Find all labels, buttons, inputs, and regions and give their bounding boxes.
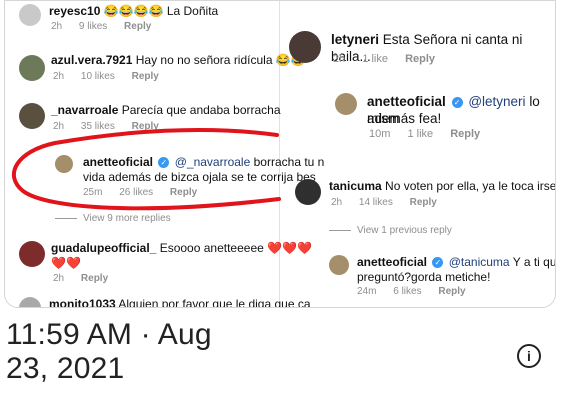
- comment-text: Parecía que andaba borracha: [121, 103, 281, 117]
- reply-button[interactable]: Reply: [450, 128, 480, 140]
- avatar: [19, 241, 45, 267]
- screenshot-image: reyesc10 😂😂😂😂 La Doñita 2h 9 likes Reply…: [4, 0, 556, 308]
- timestamp-line1: 11:59 AM · Aug: [6, 318, 212, 351]
- comment-text-line2: preguntó?gorda metiche!: [357, 270, 491, 284]
- comment-time: 2h: [331, 197, 343, 208]
- reply-button[interactable]: Reply: [405, 53, 435, 65]
- comment: _navarroale Parecía que andaba borracha: [51, 103, 281, 118]
- reply-button[interactable]: Reply: [81, 273, 108, 284]
- comment-time: 24m: [357, 286, 377, 297]
- comment-username[interactable]: anetteoficial: [367, 94, 446, 109]
- comment-username[interactable]: guadalupeofficial_: [51, 241, 156, 255]
- comment-meta: 2h 9 likes Reply: [51, 21, 151, 32]
- comment-likes[interactable]: 10 likes: [81, 71, 115, 82]
- comment-text-line2: además fea!: [367, 111, 442, 126]
- reply-comment: anetteoficial ✓ @tanicuma Y a ti quién t…: [357, 255, 556, 270]
- avatar: [295, 179, 321, 205]
- reply-button[interactable]: Reply: [438, 286, 465, 297]
- avatar: [335, 93, 357, 115]
- info-icon[interactable]: i: [517, 344, 541, 368]
- comment-time: 2h: [53, 273, 65, 284]
- reply-button[interactable]: Reply: [410, 197, 437, 208]
- comment-meta: 24m 6 likes Reply: [357, 286, 466, 297]
- comment-username[interactable]: anetteoficial: [357, 255, 427, 269]
- avatar: [19, 55, 45, 81]
- avatar: [19, 297, 41, 307]
- timestamp-line2: 23, 2021: [6, 352, 125, 385]
- comment-username[interactable]: azul.vera.7921: [51, 53, 132, 67]
- mention-link[interactable]: @tanicuma: [449, 255, 510, 269]
- comment: monito1033 Alguien por favor que le diga…: [49, 297, 311, 308]
- comment-username[interactable]: monito1033: [49, 297, 116, 307]
- avatar: [329, 255, 349, 275]
- comment-username[interactable]: _navarroale: [51, 103, 118, 117]
- comment-username[interactable]: letyneri: [331, 32, 379, 47]
- comment-text: Hay no no señora ridícula 😂😂: [135, 53, 306, 67]
- tweet-timestamp[interactable]: 11:59 AM · Aug 23, 2021: [6, 318, 212, 386]
- comment: tanicuma No voten por ella, ya le toca i…: [329, 179, 556, 194]
- comment-text: Esoooo anetteeeee: [159, 241, 264, 255]
- comment-text: Y a ti quién te: [512, 255, 556, 269]
- verified-badge-icon: ✓: [432, 257, 444, 269]
- red-marker-annotation: [11, 127, 281, 211]
- comment-time: 2h: [333, 53, 346, 65]
- comment-meta: 2h 1 like Reply: [333, 53, 435, 65]
- comment: azul.vera.7921 Hay no no señora ridícula…: [51, 53, 306, 68]
- comment: reyesc10 😂😂😂😂 La Doñita: [49, 4, 218, 19]
- comment-likes[interactable]: 9 likes: [79, 21, 107, 32]
- comment-username[interactable]: reyesc10: [49, 4, 100, 18]
- comment-text: 😂😂😂😂 La Doñita: [103, 4, 219, 18]
- comment-meta: 2h 10 likes Reply: [53, 71, 159, 82]
- comment-time: 2h: [53, 71, 65, 82]
- comment-username[interactable]: tanicuma: [329, 179, 382, 193]
- view-previous-replies-link[interactable]: View 1 previous reply: [329, 225, 452, 236]
- comment-likes[interactable]: 1 like: [407, 128, 433, 140]
- comment-meta: 2h Reply: [53, 273, 108, 284]
- avatar: [19, 4, 41, 26]
- comment-likes[interactable]: 6 likes: [393, 286, 421, 297]
- reply-button[interactable]: Reply: [124, 21, 151, 32]
- mention-link[interactable]: @letyneri: [468, 94, 525, 109]
- comment-text: No voten por ella, ya le toca irse: [385, 179, 556, 193]
- comment-likes[interactable]: 14 likes: [359, 197, 393, 208]
- avatar: [289, 31, 321, 63]
- comment-time: 10m: [369, 128, 391, 140]
- comment-likes[interactable]: 1 like: [362, 53, 388, 65]
- comment-meta: 10m 1 like Reply: [369, 128, 480, 140]
- comment-meta: 2h 14 likes Reply: [331, 197, 437, 208]
- comment-text: Alguien por favor que le diga que ca: [118, 297, 311, 308]
- comment-time: 2h: [51, 21, 63, 32]
- reply-button[interactable]: Reply: [132, 71, 159, 82]
- verified-badge-icon: ✓: [451, 96, 463, 108]
- avatar: [19, 103, 45, 129]
- hearts-emoji: ❤️❤️: [51, 256, 81, 270]
- comment: guadalupeofficial_ Esoooo anetteeeee ❤️❤…: [51, 241, 312, 256]
- hearts-emoji: ❤️❤️❤️: [267, 241, 312, 255]
